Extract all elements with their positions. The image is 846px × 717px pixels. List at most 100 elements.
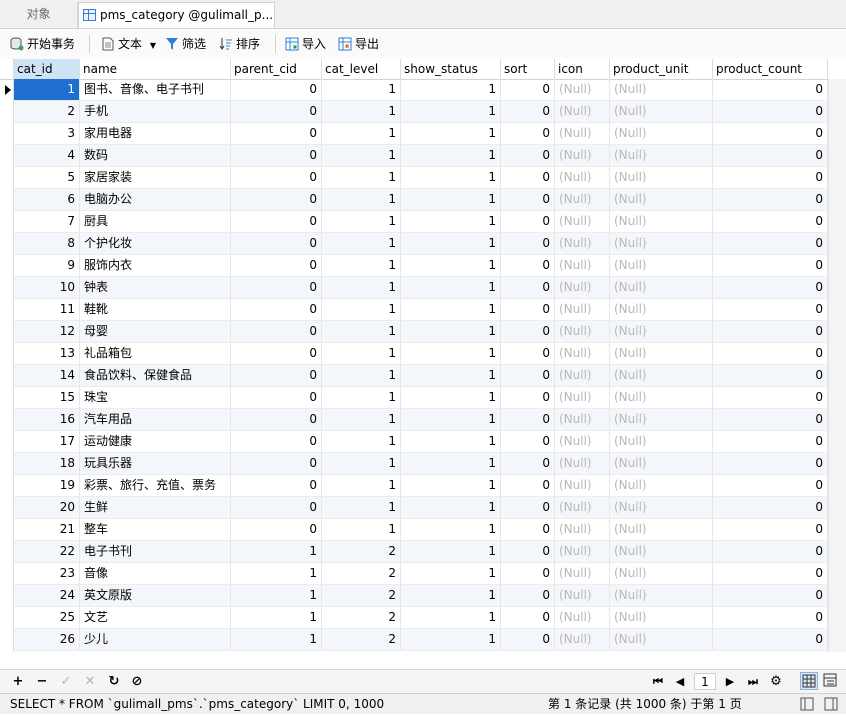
cell-name[interactable]: 运动健康 <box>80 431 231 452</box>
cell-cat-level[interactable]: 2 <box>322 629 401 650</box>
cell-show-status[interactable]: 1 <box>401 277 501 298</box>
cell-cat-id[interactable]: 17 <box>14 431 80 452</box>
cell-product-count[interactable]: 0 <box>713 629 828 650</box>
cell-product-count[interactable]: 0 <box>713 211 828 232</box>
begin-transaction-button[interactable]: 开始事务 <box>10 35 75 53</box>
cell-show-status[interactable]: 1 <box>401 299 501 320</box>
cell-product-count[interactable]: 0 <box>713 365 828 386</box>
cell-icon[interactable]: (Null) <box>555 79 610 100</box>
cell-cat-id[interactable]: 14 <box>14 365 80 386</box>
cell-show-status[interactable]: 1 <box>401 211 501 232</box>
cell-parent-cid[interactable]: 1 <box>231 629 322 650</box>
cell-icon[interactable]: (Null) <box>555 123 610 144</box>
cell-product-unit[interactable]: (Null) <box>610 629 713 650</box>
table-row[interactable]: 13 礼品箱包 0 1 1 0 (Null) (Null) 0 <box>14 343 828 365</box>
cell-name[interactable]: 整车 <box>80 519 231 540</box>
cell-sort[interactable]: 0 <box>501 519 555 540</box>
cell-cat-level[interactable]: 1 <box>322 167 401 188</box>
cell-cat-level[interactable]: 1 <box>322 255 401 276</box>
cell-show-status[interactable]: 1 <box>401 145 501 166</box>
table-row[interactable]: 12 母婴 0 1 1 0 (Null) (Null) 0 <box>14 321 828 343</box>
cell-icon[interactable]: (Null) <box>555 607 610 628</box>
cell-parent-cid[interactable]: 0 <box>231 211 322 232</box>
cell-sort[interactable]: 0 <box>501 431 555 452</box>
cell-cat-id[interactable]: 5 <box>14 167 80 188</box>
cell-cat-level[interactable]: 1 <box>322 189 401 210</box>
cell-product-count[interactable]: 0 <box>713 233 828 254</box>
cell-show-status[interactable]: 1 <box>401 255 501 276</box>
cell-icon[interactable]: (Null) <box>555 145 610 166</box>
cell-product-count[interactable]: 0 <box>713 101 828 122</box>
cell-show-status[interactable]: 1 <box>401 497 501 518</box>
row-indicator[interactable] <box>0 299 14 321</box>
cell-icon[interactable]: (Null) <box>555 387 610 408</box>
cell-icon[interactable]: (Null) <box>555 541 610 562</box>
panel-icon[interactable] <box>824 697 838 711</box>
cell-product-count[interactable]: 0 <box>713 167 828 188</box>
column-header-sort[interactable]: sort <box>501 59 555 79</box>
cell-product-unit[interactable]: (Null) <box>610 585 713 606</box>
row-indicator[interactable] <box>0 497 14 519</box>
cell-cat-id[interactable]: 9 <box>14 255 80 276</box>
cell-parent-cid[interactable]: 1 <box>231 607 322 628</box>
cell-icon[interactable]: (Null) <box>555 629 610 650</box>
delete-record-button[interactable]: − <box>34 673 50 691</box>
cell-cat-id[interactable]: 15 <box>14 387 80 408</box>
cell-sort[interactable]: 0 <box>501 255 555 276</box>
cell-parent-cid[interactable]: 0 <box>231 123 322 144</box>
cell-cat-level[interactable]: 2 <box>322 563 401 584</box>
cell-name[interactable]: 生鲜 <box>80 497 231 518</box>
cell-parent-cid[interactable]: 0 <box>231 321 322 342</box>
cell-name[interactable]: 英文原版 <box>80 585 231 606</box>
column-header-cat-id[interactable]: cat_id <box>14 59 80 79</box>
table-row[interactable]: 17 运动健康 0 1 1 0 (Null) (Null) 0 <box>14 431 828 453</box>
cell-cat-level[interactable]: 1 <box>322 211 401 232</box>
column-header-cat-level[interactable]: cat_level <box>322 59 401 79</box>
cell-name[interactable]: 电子书刊 <box>80 541 231 562</box>
cell-sort[interactable]: 0 <box>501 453 555 474</box>
row-indicator[interactable] <box>0 541 14 563</box>
grid-view-button[interactable] <box>800 672 818 690</box>
cell-cat-id[interactable]: 11 <box>14 299 80 320</box>
cell-show-status[interactable]: 1 <box>401 541 501 562</box>
cell-sort[interactable]: 0 <box>501 409 555 430</box>
cell-icon[interactable]: (Null) <box>555 189 610 210</box>
cell-cat-level[interactable]: 1 <box>322 123 401 144</box>
cell-product-count[interactable]: 0 <box>713 409 828 430</box>
table-row[interactable]: 6 电脑办公 0 1 1 0 (Null) (Null) 0 <box>14 189 828 211</box>
column-header-show-status[interactable]: show_status <box>401 59 501 79</box>
cell-parent-cid[interactable]: 1 <box>231 585 322 606</box>
panel-icon[interactable] <box>800 697 814 711</box>
row-indicator[interactable] <box>0 475 14 497</box>
cell-parent-cid[interactable]: 0 <box>231 277 322 298</box>
cell-icon[interactable]: (Null) <box>555 563 610 584</box>
row-indicator[interactable] <box>0 211 14 233</box>
cell-name[interactable]: 汽车用品 <box>80 409 231 430</box>
cell-show-status[interactable]: 1 <box>401 189 501 210</box>
row-indicator[interactable] <box>0 563 14 585</box>
cell-icon[interactable]: (Null) <box>555 321 610 342</box>
cell-sort[interactable]: 0 <box>501 79 555 100</box>
cell-cat-level[interactable]: 2 <box>322 607 401 628</box>
cell-cat-id[interactable]: 24 <box>14 585 80 606</box>
cell-name[interactable]: 珠宝 <box>80 387 231 408</box>
cell-icon[interactable]: (Null) <box>555 299 610 320</box>
cell-show-status[interactable]: 1 <box>401 387 501 408</box>
table-row[interactable]: 5 家居家装 0 1 1 0 (Null) (Null) 0 <box>14 167 828 189</box>
cell-product-unit[interactable]: (Null) <box>610 431 713 452</box>
cell-product-count[interactable]: 0 <box>713 277 828 298</box>
cell-name[interactable]: 礼品箱包 <box>80 343 231 364</box>
cell-product-count[interactable]: 0 <box>713 343 828 364</box>
cell-cat-id[interactable]: 13 <box>14 343 80 364</box>
cell-product-count[interactable]: 0 <box>713 607 828 628</box>
cell-product-unit[interactable]: (Null) <box>610 453 713 474</box>
cell-cat-id[interactable]: 22 <box>14 541 80 562</box>
cell-cat-id[interactable]: 12 <box>14 321 80 342</box>
cell-name[interactable]: 手机 <box>80 101 231 122</box>
table-row[interactable]: 3 家用电器 0 1 1 0 (Null) (Null) 0 <box>14 123 828 145</box>
table-row[interactable]: 19 彩票、旅行、充值、票务 0 1 1 0 (Null) (Null) 0 <box>14 475 828 497</box>
cell-cat-id[interactable]: 20 <box>14 497 80 518</box>
cell-cat-level[interactable]: 1 <box>322 79 401 100</box>
cell-parent-cid[interactable]: 0 <box>231 409 322 430</box>
cell-product-unit[interactable]: (Null) <box>610 211 713 232</box>
